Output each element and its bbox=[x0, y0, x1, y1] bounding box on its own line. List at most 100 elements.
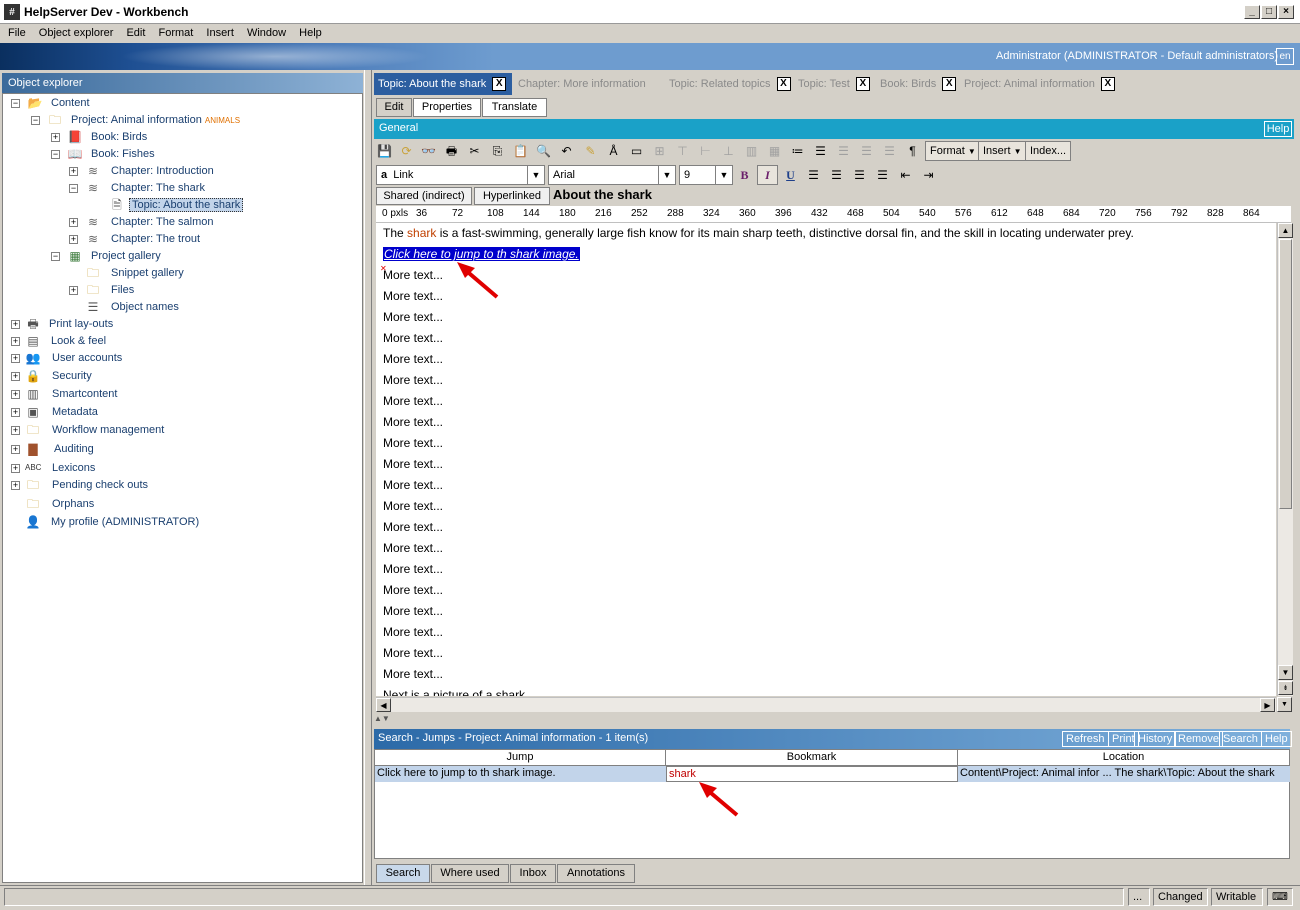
maximize-icon[interactable]: □ bbox=[1261, 5, 1277, 19]
editor-vertical-scrollbar[interactable]: ▲ ▼ ⇟ bbox=[1277, 223, 1293, 696]
collapse-icon[interactable]: − bbox=[31, 116, 40, 125]
tree-item-my-profile[interactable]: 👤 My profile (ADMINISTRATOR) bbox=[11, 514, 200, 531]
tab-annotations[interactable]: Annotations bbox=[557, 864, 635, 883]
keyboard-icon[interactable]: ⌨ bbox=[1267, 888, 1293, 906]
expand-icon[interactable]: + bbox=[69, 235, 78, 244]
refresh-icon[interactable]: ⟳ bbox=[396, 141, 417, 161]
minimize-icon[interactable]: _ bbox=[1244, 5, 1260, 19]
chevron-down-icon[interactable]: ▼ bbox=[715, 166, 732, 184]
status-dots-button[interactable]: ... bbox=[1128, 888, 1150, 906]
index-button[interactable]: Index... bbox=[1025, 141, 1072, 161]
tab-search[interactable]: Search bbox=[376, 864, 430, 883]
numbered-list-icon[interactable]: ≔ bbox=[787, 141, 808, 161]
collapse-icon[interactable]: − bbox=[69, 184, 78, 193]
tree-item-lexicons[interactable]: + ABC Lexicons bbox=[11, 460, 95, 477]
copy-icon[interactable]: ⎘ bbox=[487, 141, 508, 161]
rich-text-editor[interactable]: The shark is a fast-swimming, generally … bbox=[376, 223, 1276, 696]
menu-file[interactable]: File bbox=[0, 24, 31, 42]
undo-icon[interactable]: ↶ bbox=[556, 141, 577, 161]
justify-icon[interactable]: ☰ bbox=[872, 165, 893, 185]
outdent-icon[interactable]: ⇤ bbox=[895, 165, 916, 185]
table-insert-icon[interactable]: ⊞ bbox=[649, 141, 670, 161]
tree-item-auditing[interactable]: + ▇ Auditing bbox=[11, 441, 94, 458]
collapse-icon[interactable]: − bbox=[11, 99, 20, 108]
tree-item-look-feel[interactable]: + ▤ Look & feel bbox=[11, 333, 106, 350]
remove-button[interactable]: Remove bbox=[1174, 731, 1223, 747]
scroll-down-icon[interactable]: ▼ bbox=[1278, 665, 1293, 680]
pane-splitter[interactable]: ▲▼ bbox=[374, 714, 1290, 724]
close-tab-icon[interactable]: X bbox=[1100, 77, 1115, 92]
outdent-list-icon[interactable]: ☰ bbox=[833, 141, 854, 161]
tree-item-project-gallery[interactable]: − ▦ Project gallery bbox=[51, 248, 161, 265]
tab-topic-about-shark[interactable]: Topic: About the shark X bbox=[374, 73, 512, 95]
expand-icon[interactable]: + bbox=[69, 286, 78, 295]
tree-item-chapter-trout[interactable]: + ≋ Chapter: The trout bbox=[69, 231, 200, 248]
tab-inbox[interactable]: Inbox bbox=[510, 864, 556, 883]
format-dropdown[interactable]: Format ▼ bbox=[925, 141, 981, 161]
size-select[interactable]: 9 ▼ bbox=[679, 165, 733, 185]
close-tab-icon[interactable]: X bbox=[942, 77, 957, 92]
tree-item-user-accounts[interactable]: + 👥 User accounts bbox=[11, 350, 122, 367]
search-button[interactable]: Search bbox=[1219, 731, 1262, 747]
expand-icon[interactable]: + bbox=[11, 372, 20, 381]
tab-chapter-more-info[interactable]: Chapter: More informationX bbox=[514, 73, 664, 114]
tab-book-birds[interactable]: Book: Birds X bbox=[876, 73, 960, 95]
close-tab-icon[interactable]: X bbox=[776, 77, 791, 92]
tree-item-snippet-gallery[interactable]: 🗀 Snippet gallery bbox=[85, 265, 184, 282]
tree-item-chapter-salmon[interactable]: + ≋ Chapter: The salmon bbox=[69, 214, 214, 231]
search-help-button[interactable]: Help bbox=[1261, 731, 1292, 747]
column-header-location[interactable]: Location bbox=[958, 750, 1290, 766]
panel-splitter[interactable] bbox=[364, 70, 372, 885]
menu-help[interactable]: Help bbox=[294, 24, 327, 42]
collapse-icon[interactable]: − bbox=[51, 150, 60, 159]
history-button[interactable]: History bbox=[1134, 731, 1177, 747]
tab-translate[interactable]: Translate bbox=[482, 98, 547, 117]
tree-item-print-layouts[interactable]: + 🖶 Print lay-outs bbox=[11, 316, 113, 333]
tree-item-workflow[interactable]: + 🗀 Workflow management bbox=[11, 422, 164, 439]
indent-list-icon[interactable]: ☰ bbox=[856, 141, 877, 161]
cell-location[interactable]: Content\Project: Animal infor ... The sh… bbox=[958, 766, 1290, 782]
editor-horizontal-scrollbar[interactable]: ◀ ▶ bbox=[376, 697, 1276, 712]
italic-button[interactable]: I bbox=[757, 165, 778, 185]
menu-edit[interactable]: Edit bbox=[121, 24, 150, 42]
table-col-icon[interactable]: ⊢ bbox=[695, 141, 716, 161]
bullet-list-icon[interactable]: ☰ bbox=[810, 141, 831, 161]
tab-shared-indirect[interactable]: Shared (indirect) bbox=[376, 187, 472, 205]
tab-hyperlinked[interactable]: Hyperlinked bbox=[474, 187, 550, 205]
indent-icon[interactable]: ⇥ bbox=[918, 165, 939, 185]
style-select[interactable]: a Link ▼ bbox=[376, 165, 545, 185]
shark-link[interactable]: shark bbox=[407, 226, 436, 240]
column-header-bookmark[interactable]: Bookmark bbox=[666, 750, 958, 766]
page-down-icon[interactable]: ▼ bbox=[1277, 697, 1292, 712]
refresh-button[interactable]: Refresh bbox=[1062, 731, 1109, 747]
tree-item-orphans[interactable]: 🗀 Orphans bbox=[11, 496, 94, 513]
chevron-down-icon[interactable]: ▼ bbox=[527, 166, 544, 184]
list-level-icon[interactable]: ☰ bbox=[879, 141, 900, 161]
tree-item-chapter-intro[interactable]: + ≋ Chapter: Introduction bbox=[69, 163, 214, 180]
underline-button[interactable]: U bbox=[780, 165, 801, 185]
expand-icon[interactable]: + bbox=[51, 133, 60, 142]
general-help-button[interactable]: Help bbox=[1264, 121, 1292, 137]
tree-item-project[interactable]: − 🗀 Project: Animal information ANIMALS bbox=[31, 112, 240, 129]
tree-item-content[interactable]: − 📂 Content bbox=[11, 95, 90, 112]
expand-icon[interactable]: + bbox=[11, 445, 20, 454]
expand-icon[interactable]: + bbox=[11, 464, 20, 473]
find-icon[interactable]: 🔍 bbox=[533, 141, 554, 161]
page-down-icon[interactable]: ⇟ bbox=[1278, 681, 1293, 695]
collapse-icon[interactable]: − bbox=[51, 252, 60, 261]
column-header-jump[interactable]: Jump bbox=[375, 750, 666, 766]
chevron-down-icon[interactable]: ▼ bbox=[658, 166, 675, 184]
scroll-left-icon[interactable]: ◀ bbox=[376, 698, 391, 712]
table-merge-icon[interactable]: ▥ bbox=[741, 141, 762, 161]
menu-object-explorer[interactable]: Object explorer bbox=[34, 24, 119, 42]
tab-edit[interactable]: Edit bbox=[376, 98, 412, 117]
expand-icon[interactable]: + bbox=[11, 481, 20, 490]
pilcrow-icon[interactable]: ¶ bbox=[902, 141, 923, 161]
close-tab-icon[interactable]: X bbox=[855, 77, 870, 92]
tab-topic-related[interactable]: Topic: Related topics X bbox=[665, 73, 793, 95]
expand-icon[interactable]: + bbox=[11, 320, 20, 329]
preview-icon[interactable]: 👓 bbox=[418, 141, 439, 161]
window-icon[interactable]: ▭ bbox=[626, 141, 647, 161]
bold-button[interactable]: B bbox=[734, 165, 755, 185]
tab-topic-test[interactable]: Topic: Test X bbox=[794, 73, 876, 95]
